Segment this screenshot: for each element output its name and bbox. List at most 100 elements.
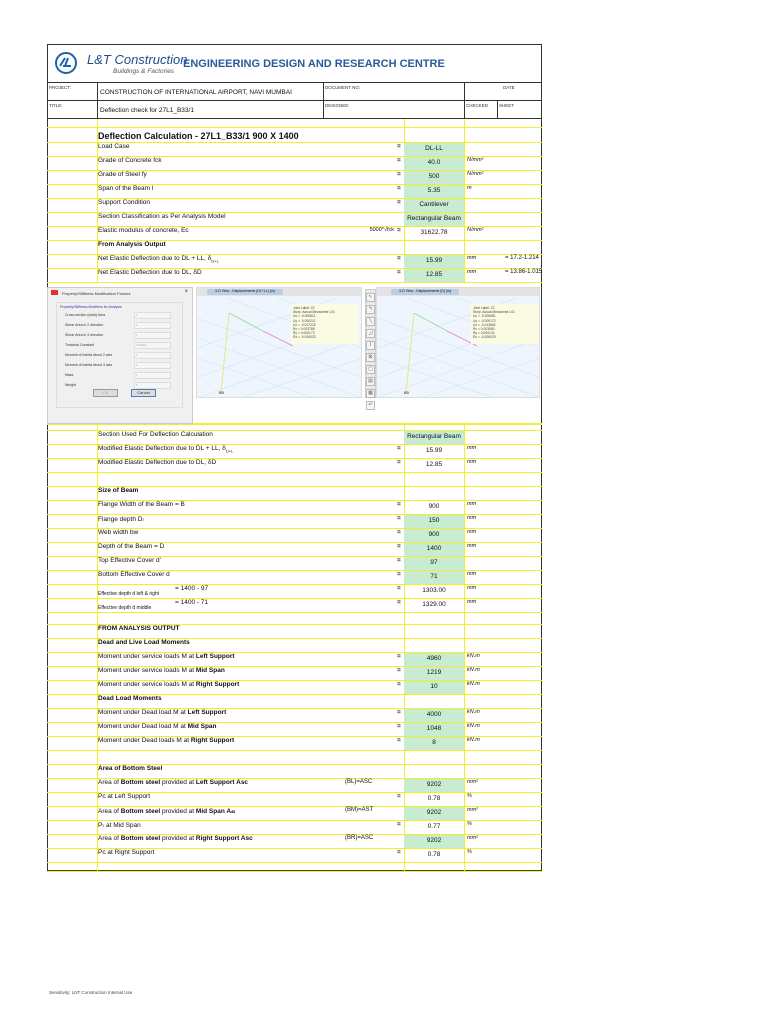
tooltip-line: Rz = -0.000025 (473, 335, 496, 340)
row-label: Span of the Beam l (98, 185, 153, 198)
reference-code: (BL)=ASC (345, 779, 373, 785)
row-label: Net Elastic Deflection due to DL + LL, δ… (98, 255, 219, 268)
label-text: Flange depth Dₗ (98, 516, 144, 523)
value-cell: 40.0 (404, 157, 464, 170)
table-row: Section Used For Deflection Calculation R… (47, 431, 542, 445)
label-text: Bottom Effective Cover d (98, 571, 170, 578)
brace-icon: ⊠ (366, 353, 375, 362)
table-row: Depth of the Beam = D = 1400 mm (47, 543, 542, 557)
label-bold: Bottom steel (120, 835, 161, 842)
value-cell: 150 (404, 515, 464, 528)
equals-sign: = (397, 515, 401, 522)
label-text: Section Classification as Per Analysis M… (98, 213, 226, 220)
modifier-value: 1 (134, 372, 171, 379)
lt-logo-icon (55, 52, 77, 74)
label-text: Elastic modulus of concrete, Ec (98, 227, 189, 234)
equals-sign: = (397, 737, 401, 744)
row-label: Dead and Live Load Moments (98, 639, 190, 652)
unit: % (467, 821, 472, 827)
company-name: L&T Construction (87, 52, 188, 67)
label-text: Grade of Steel fy (98, 171, 147, 178)
unit: mm² (467, 779, 478, 785)
label-text: Size of Beam (98, 487, 139, 494)
modifier-value: 1 (134, 362, 171, 369)
label-bold: Bottom steel (120, 808, 161, 815)
label-bold: Left Support (187, 709, 227, 716)
label-text: Section Used For Deflection Calculation (98, 431, 213, 438)
row-label: Support Condition (98, 199, 150, 212)
table-row: Load Case = DL-LL (47, 143, 542, 157)
equals-sign: = (397, 849, 401, 856)
value-cell: 0.77 (427, 823, 441, 830)
row-label: Area of Bottom steel provided at Left Su… (98, 779, 248, 792)
row-label: Net Elastic Deflection due to DL, δD (98, 269, 202, 282)
label-bold: Mid Span (187, 723, 217, 730)
row-label: Area of Bottom Steel (98, 765, 162, 778)
equals-sign: = (397, 445, 401, 452)
modifier-label: Weight (65, 383, 76, 387)
table-row: Pc at Left Support = 0.78% (47, 793, 542, 807)
row-label: Web width bw (98, 529, 138, 542)
row-label: Load Case (98, 143, 129, 156)
value-cell: 9202 (404, 807, 464, 820)
value-cell: 12.85 (425, 461, 443, 468)
unit: mm² (467, 807, 478, 813)
unit: kN.m (467, 653, 480, 659)
unit: kN.m (467, 667, 480, 673)
value-cell: 1329.00 (422, 601, 446, 608)
unit: mm² (467, 835, 478, 841)
table-row: Modified Elastic Deflection due to DL, δ… (47, 459, 542, 473)
reference-code: (BR)=ASC (345, 835, 374, 841)
row-label: Grade of Concrete fck (98, 157, 162, 170)
table-row: Area of Bottom Steel (47, 765, 542, 779)
value-cell: 15.99 (404, 255, 464, 268)
equals-sign: = (397, 227, 401, 234)
table-row: Web width bw = 900 mm (47, 529, 542, 543)
label-text: Net Elastic Deflection due to DL, δD (98, 269, 202, 276)
blank-row (47, 119, 542, 128)
slab-icon: ▦ (366, 389, 375, 398)
label-text: provided at (160, 808, 196, 815)
equals-sign: = (397, 269, 401, 276)
row-label: Grade of Steel fy (98, 171, 147, 184)
ok-button: OK (93, 389, 118, 397)
unit: N/mm² (467, 227, 484, 233)
label-text: Area of (98, 779, 121, 786)
table-row: Moment under Dead loads M at Right Suppo… (47, 737, 542, 751)
row-label: Moment under service loads M at Mid Span (98, 667, 225, 680)
label-text: Moment under Dead load M at (98, 709, 188, 716)
sheet-label: SHEET (499, 103, 515, 108)
joint-tooltip: Joint Label: 22 Story: Actual Mezzanine L… (471, 304, 539, 344)
table-row: Moment under Dead load M at Left Support… (47, 709, 542, 723)
label-text: Deflection Calculation - 27L1_B33/1 900 … (98, 131, 299, 141)
table-row: Flange Width of the Beam = B = 900 mm (47, 501, 542, 515)
project-label: PROJECT: (49, 85, 71, 90)
unit: mm (467, 571, 477, 577)
unit: mm (467, 599, 477, 605)
value-cell: 5.35 (404, 185, 464, 198)
equals-sign: = (397, 501, 401, 508)
row-label: Top Effective Cover d' (98, 557, 161, 570)
equals-sign: = (397, 157, 401, 164)
table-row: Modified Elastic Deflection due to DL + … (47, 445, 542, 459)
table-row: Flange depth Dₗ = 150 mm (47, 515, 542, 529)
unit: % (467, 849, 472, 855)
unit: mm (467, 501, 477, 507)
row-label: Moment under Dead load M at Mid Span (98, 723, 217, 736)
modifier-value: 0.00001 (134, 342, 171, 349)
row-label: Dead Load Moments (98, 695, 162, 708)
row-label: Moment under Dead load M at Left Support (98, 709, 226, 722)
modifier-label: Shear Area in 2 direction (65, 323, 104, 327)
label-text: Span of the Beam l (98, 185, 154, 192)
label-subscript: D+L (225, 448, 234, 454)
close-icon: × (184, 289, 188, 295)
table-row: Effective depth d left & right = 1400 - 9… (47, 585, 542, 599)
row-label: Flange Width of the Beam = B (98, 501, 185, 514)
3d-view-dl: 3-D View - Displacements (D) [m] Joint L… (376, 287, 540, 398)
equals-sign: = (397, 681, 401, 688)
modifier-label: Torsional Constant (65, 343, 94, 347)
table-row: Pₜ at Mid Span = 0.77% (47, 821, 542, 835)
row-label: Pₜ at Mid Span (98, 821, 141, 834)
label-text: Pc at Left Support (98, 793, 151, 800)
view1-tab: 3-D View - Displacements (DL+LL) [m] (207, 289, 283, 295)
